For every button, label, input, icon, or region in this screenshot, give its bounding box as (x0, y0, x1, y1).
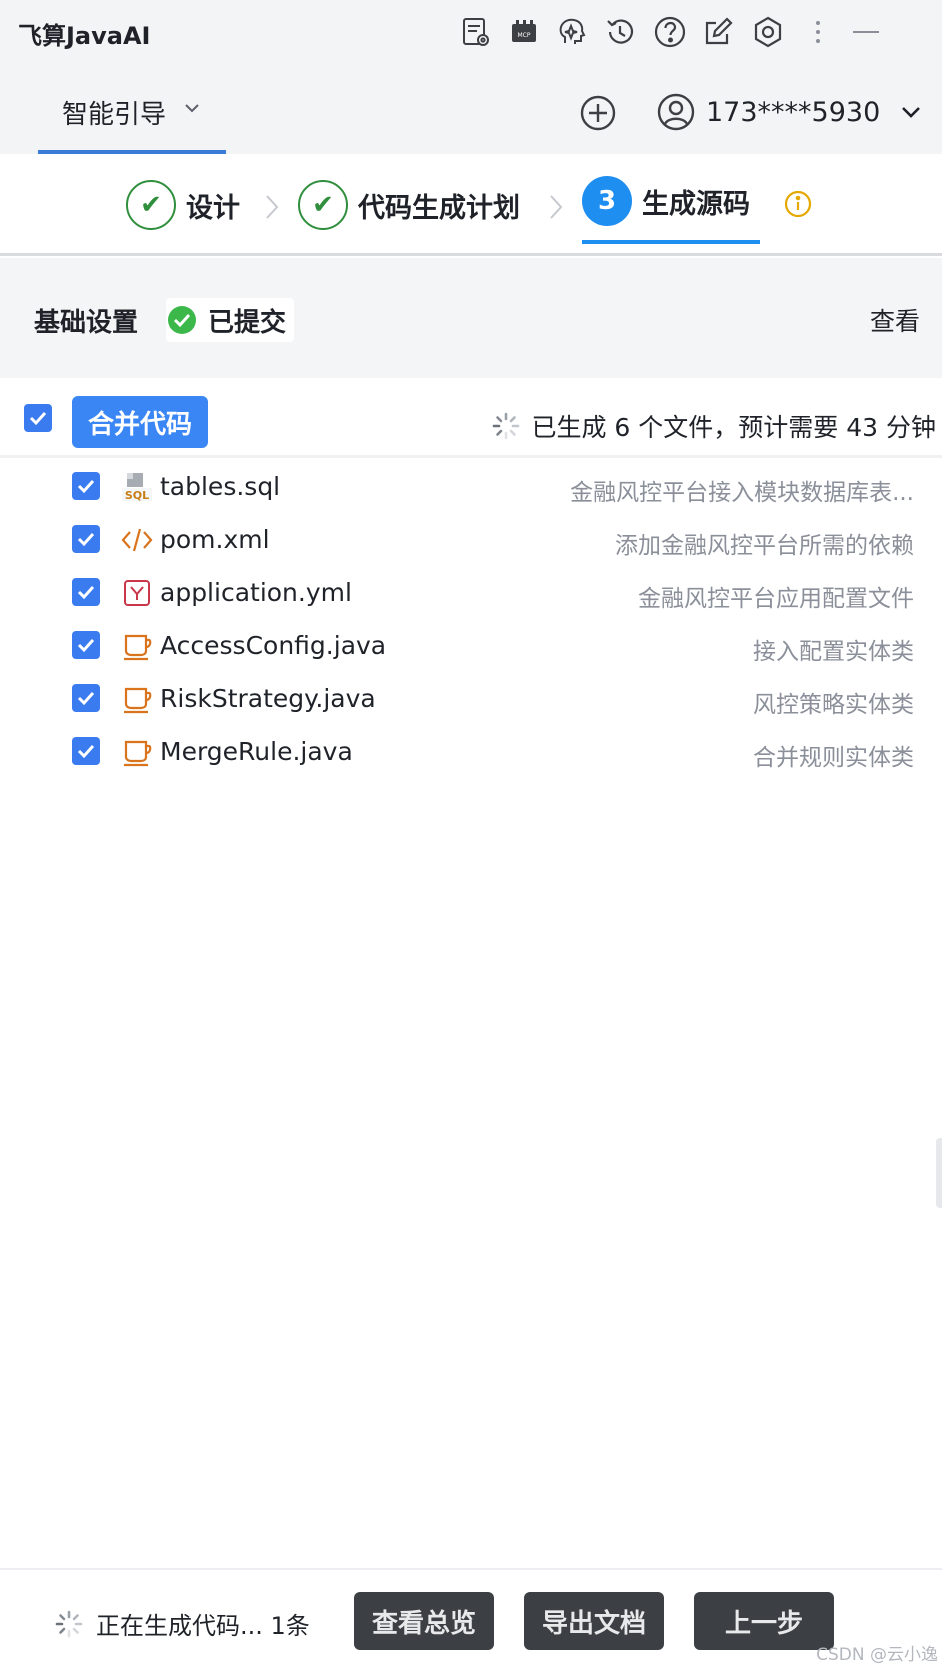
step-label: 生成源码 (642, 188, 750, 220)
check-icon (77, 479, 95, 494)
history-icon[interactable] (602, 14, 638, 50)
generation-status-text: 已生成 6 个文件，预计需要 43 分钟 (531, 413, 936, 442)
view-overview-button[interactable]: 查看总览 (354, 1592, 494, 1650)
svg-text:SQL: SQL (125, 489, 149, 502)
file-checkbox[interactable] (72, 578, 100, 606)
watermark: CSDN @云小逸 (816, 1645, 938, 1665)
view-settings-link[interactable]: 查看 (870, 302, 920, 338)
more-vertical-icon[interactable] (800, 14, 836, 50)
step-generate-source[interactable]: 3 生成源码 (582, 174, 750, 228)
loading-spinner-icon (55, 1610, 83, 1637)
step-code-plan[interactable]: ✔ 代码生成计划 (298, 178, 520, 232)
add-circle-icon[interactable] (578, 93, 618, 133)
tab-label: 智能引导 (62, 100, 167, 130)
chevron-down-icon (185, 104, 199, 113)
select-all-checkbox[interactable] (24, 404, 52, 432)
previous-step-button[interactable]: 上一步 (694, 1592, 834, 1650)
doc-settings-icon[interactable] (458, 14, 494, 50)
file-description: 风控策略实体类 (753, 692, 914, 718)
file-row-riskstrategy-java[interactable]: RiskStrategy.java 风控策略实体类 (0, 672, 942, 728)
step-progress: ✔ 设计 ✔ 代码生成计划 3 生成源码 (0, 154, 942, 256)
check-icon (77, 532, 95, 547)
yaml-file-icon (124, 580, 150, 606)
minimize-icon[interactable] (848, 14, 884, 50)
file-name: MergeRule.java (160, 737, 353, 766)
svg-text:MCP: MCP (518, 32, 531, 39)
edit-icon[interactable] (700, 14, 736, 50)
check-icon (77, 744, 95, 759)
file-name: pom.xml (160, 525, 270, 554)
file-row-mergerule-java[interactable]: MergeRule.java 合并规则实体类 (0, 725, 942, 781)
tab-smart-guide[interactable]: 智能引导 (38, 66, 226, 154)
mcp-icon[interactable]: MCP (506, 14, 542, 50)
file-row-accessconfig-java[interactable]: AccessConfig.java 接入配置实体类 (0, 619, 942, 675)
file-checkbox[interactable] (72, 525, 100, 553)
ai-brain-icon[interactable] (554, 14, 590, 50)
user-name: 173****5930 (706, 96, 881, 128)
step-label: 设计 (186, 192, 240, 224)
chevron-down-icon (902, 107, 921, 118)
file-name: RiskStrategy.java (160, 684, 376, 713)
check-circle-icon (168, 306, 196, 334)
settings-icon[interactable] (750, 14, 786, 50)
file-checkbox[interactable] (72, 631, 100, 659)
file-row-pom-xml[interactable]: pom.xml 添加金融风控平台所需的依赖 (0, 513, 942, 569)
step-label: 代码生成计划 (358, 192, 520, 224)
merge-code-row: 合并代码 已生成 6 个文件，预计需要 43 分钟 (0, 390, 942, 458)
java-file-icon (124, 634, 152, 661)
step-design[interactable]: ✔ 设计 (126, 178, 240, 232)
java-file-icon (124, 687, 152, 714)
help-icon[interactable] (652, 14, 688, 50)
file-description: 金融风控平台接入模块数据库表... (570, 480, 914, 506)
sql-file-icon: SQL (122, 473, 152, 502)
loading-spinner-icon (493, 412, 520, 440)
file-checkbox[interactable] (72, 737, 100, 765)
file-description: 合并规则实体类 (753, 745, 914, 771)
java-file-icon (124, 740, 152, 767)
user-menu[interactable]: 173****5930 (656, 88, 928, 136)
footer-status-text: 正在生成代码... 1条 (96, 1612, 310, 1640)
file-checkbox[interactable] (72, 472, 100, 500)
title-bar: 飞算JavaAI MCP (0, 0, 942, 66)
app-title: 飞算JavaAI (18, 22, 151, 50)
file-description: 金融风控平台应用配置文件 (638, 586, 914, 612)
export-document-button[interactable]: 导出文档 (524, 1592, 664, 1650)
check-icon (29, 411, 47, 426)
side-panel-handle[interactable] (936, 1138, 942, 1208)
file-description: 添加金融风控平台所需的依赖 (615, 533, 914, 559)
chevron-right-icon (550, 195, 563, 219)
merge-code-button[interactable]: 合并代码 (72, 396, 209, 448)
file-name: AccessConfig.java (160, 631, 387, 660)
xml-file-icon (121, 528, 153, 552)
basic-settings-panel: 基础设置 已提交 查看 (0, 258, 942, 378)
file-name: tables.sql (160, 472, 281, 501)
generation-status: 已生成 6 个文件，预计需要 43 分钟 (491, 408, 936, 444)
footer-bar: 正在生成代码... 1条 查看总览 导出文档 上一步 (0, 1568, 942, 1666)
submitted-label: 已提交 (208, 307, 287, 338)
file-row-application-yml[interactable]: application.yml 金融风控平台应用配置文件 (0, 566, 942, 622)
file-checkbox[interactable] (72, 684, 100, 712)
step-number-badge: 3 (582, 176, 632, 226)
step-check-icon: ✔ (126, 180, 176, 230)
check-icon (77, 638, 95, 653)
check-icon (77, 691, 95, 706)
file-name: application.yml (160, 578, 352, 607)
file-row-tables-sql[interactable]: SQL tables.sql 金融风控平台接入模块数据库表... (0, 460, 942, 516)
chevron-right-icon (266, 195, 279, 219)
check-icon (77, 585, 95, 600)
step-check-icon: ✔ (298, 180, 348, 230)
submitted-badge: 已提交 (166, 298, 295, 342)
user-avatar-icon (657, 93, 695, 131)
basic-settings-title: 基础设置 (34, 308, 139, 338)
footer-status: 正在生成代码... 1条 (54, 1606, 310, 1641)
tab-bar: 智能引导 173****5930 (0, 66, 942, 154)
file-description: 接入配置实体类 (753, 639, 914, 665)
active-step-underline (582, 240, 760, 244)
info-icon[interactable] (782, 188, 814, 220)
